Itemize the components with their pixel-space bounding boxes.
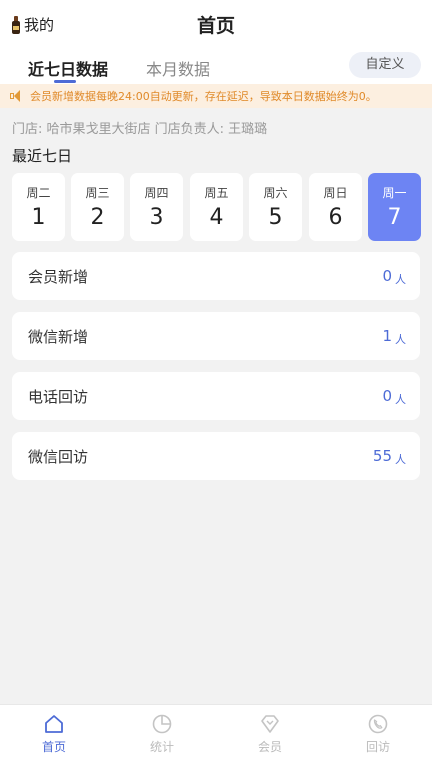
nav-statistics[interactable]: 统计 <box>122 713 202 755</box>
day-date: 4 <box>209 205 224 230</box>
day-card[interactable]: 周日 6 <box>309 173 362 241</box>
stat-unit: 人 <box>395 273 406 286</box>
active-tab-indicator <box>54 80 76 83</box>
tab-this-month[interactable]: 本月数据 <box>146 56 210 80</box>
stat-value: 1 <box>382 327 392 345</box>
day-weekday: 周三 <box>85 186 110 200</box>
store-info: 门店: 哈市果戈里大街店 门店负责人: 王璐璐 <box>12 122 268 137</box>
nav-label: 首页 <box>41 740 66 754</box>
day-card[interactable]: 周五 4 <box>190 173 243 241</box>
stat-unit: 人 <box>395 453 406 466</box>
day-date: 3 <box>149 205 164 230</box>
top-bar: 我的 首页 <box>0 0 432 48</box>
nav-followup[interactable]: 回访 <box>338 713 418 755</box>
nav-label: 回访 <box>365 740 390 754</box>
nav-home[interactable]: 首页 <box>14 713 94 755</box>
tab-last-seven-days[interactable]: 近七日数据 <box>28 56 108 80</box>
day-date: 7 <box>387 205 402 230</box>
day-weekday: 周六 <box>263 186 288 200</box>
notice-banner: 会员新增数据每晚24:00自动更新，存在延迟，导致本日数据始终为0。 <box>0 84 432 108</box>
day-card[interactable]: 周三 2 <box>71 173 124 241</box>
tab-bar: 近七日数据 本月数据 自定义 <box>0 48 432 84</box>
stat-value: 0 <box>382 267 392 285</box>
phone-icon <box>368 714 388 734</box>
bottom-nav: 首页 统计 会员 回访 <box>0 704 432 768</box>
stat-value: 0 <box>382 387 392 405</box>
speaker-icon <box>10 90 24 102</box>
nav-label: 会员 <box>257 740 282 754</box>
stat-phone-followup[interactable]: 电话回访 0 人 <box>12 372 420 420</box>
stat-label: 微信新增 <box>28 328 89 346</box>
day-date: 6 <box>328 205 343 230</box>
stat-unit: 人 <box>395 393 406 406</box>
notice-text: 会员新增数据每晚24:00自动更新，存在延迟，导致本日数据始终为0。 <box>30 90 377 103</box>
page-title: 首页 <box>196 15 235 37</box>
day-card[interactable]: 周四 3 <box>130 173 183 241</box>
custom-range-button[interactable]: 自定义 <box>349 52 421 78</box>
section-title: 最近七日 <box>12 147 73 165</box>
day-card-selected[interactable]: 周一 7 <box>368 173 421 241</box>
day-selector: 周二 1 周三 2 周四 3 周五 4 周六 5 周日 6 周一 7 <box>12 173 422 241</box>
day-weekday: 周日 <box>323 186 348 200</box>
diamond-icon <box>261 715 279 733</box>
home-icon <box>45 715 63 733</box>
stat-new-wechat[interactable]: 微信新增 1 人 <box>12 312 420 360</box>
stat-value: 55 <box>372 447 392 465</box>
stat-label: 微信回访 <box>28 448 89 466</box>
stat-label: 电话回访 <box>28 388 89 406</box>
day-weekday: 周二 <box>26 186 51 200</box>
stat-label: 会员新增 <box>28 268 89 286</box>
stat-new-members[interactable]: 会员新增 0 人 <box>12 252 420 300</box>
day-weekday: 周五 <box>204 186 229 200</box>
day-weekday: 周一 <box>382 186 407 200</box>
day-date: 1 <box>31 205 46 230</box>
day-date: 2 <box>90 205 105 230</box>
day-card[interactable]: 周二 1 <box>12 173 65 241</box>
nav-members[interactable]: 会员 <box>230 713 310 755</box>
day-weekday: 周四 <box>144 186 169 200</box>
day-date: 5 <box>268 205 283 230</box>
day-card[interactable]: 周六 5 <box>249 173 302 241</box>
stat-unit: 人 <box>395 333 406 346</box>
pie-chart-icon <box>152 714 172 734</box>
nav-label: 统计 <box>149 740 174 754</box>
stat-wechat-followup[interactable]: 微信回访 55 人 <box>12 432 420 480</box>
